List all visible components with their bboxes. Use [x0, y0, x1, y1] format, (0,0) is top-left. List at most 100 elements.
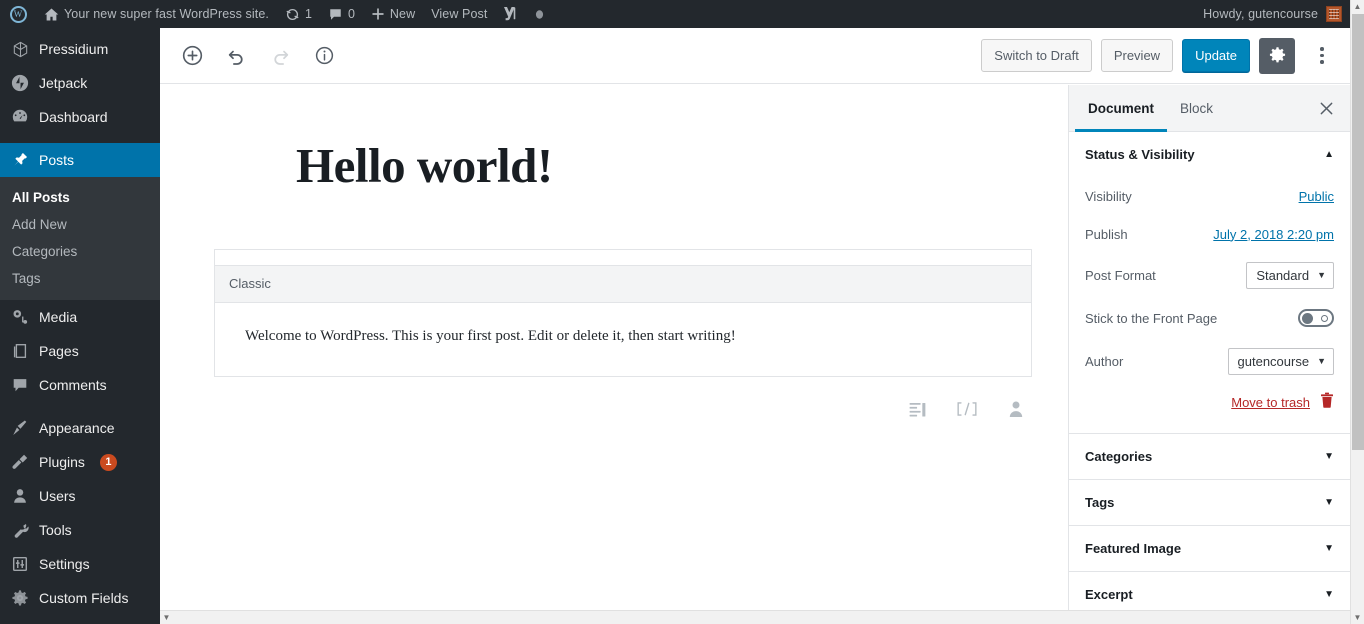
- updates-menu[interactable]: 1: [277, 0, 320, 28]
- panel-featured-image-header[interactable]: Featured Image ▼: [1085, 526, 1334, 571]
- info-icon[interactable]: [306, 38, 342, 74]
- panel-excerpt-header[interactable]: Excerpt ▼: [1085, 572, 1334, 610]
- panel-status-visibility-header[interactable]: Status & Visibility ▲: [1085, 132, 1334, 177]
- sidebar-item-dashboard[interactable]: Dashboard: [0, 100, 160, 134]
- row-move-to-trash: Move to trash: [1085, 383, 1334, 419]
- update-button[interactable]: Update: [1182, 39, 1250, 72]
- plugins-update-badge: 1: [99, 453, 117, 471]
- sidebar-item-label: Jetpack: [39, 75, 88, 91]
- move-to-trash-link[interactable]: Move to trash: [1231, 395, 1310, 410]
- chevron-down-icon: ▼: [1324, 496, 1334, 508]
- panel-tags-header[interactable]: Tags ▼: [1085, 480, 1334, 525]
- horizontal-scrollbar[interactable]: ▼: [160, 610, 1350, 624]
- undo-icon[interactable]: [218, 38, 254, 74]
- scroll-down-arrow-icon[interactable]: ▼: [1351, 611, 1364, 624]
- site-name-menu[interactable]: Your new super fast WordPress site.: [36, 0, 277, 28]
- wordpress-logo-icon: [9, 5, 27, 23]
- howdy-label: Howdy, gutencourse: [1203, 7, 1318, 21]
- sidebar-item-appearance[interactable]: Appearance: [0, 411, 160, 445]
- sidebar-item-posts[interactable]: Posts: [0, 143, 160, 177]
- sidebar-item-jetpack[interactable]: Jetpack: [0, 66, 160, 100]
- sidebar-item-custom-fields[interactable]: Custom Fields: [0, 581, 160, 615]
- yoast-seo-icon: [504, 7, 516, 21]
- home-icon: [44, 8, 59, 20]
- add-block-icon[interactable]: [174, 38, 210, 74]
- updates-icon: [286, 8, 299, 20]
- block-author-icon[interactable]: [1006, 399, 1026, 424]
- user-avatar: [1326, 6, 1342, 22]
- sidebar-item-tools[interactable]: Tools: [0, 513, 160, 547]
- classic-block[interactable]: Classic Welcome to WordPress. This is yo…: [214, 249, 1032, 377]
- sidebar-item-settings[interactable]: Settings: [0, 547, 160, 581]
- post-title[interactable]: Hello world!: [160, 85, 1082, 194]
- sidebar-tabs: Document Block: [1069, 85, 1350, 132]
- sidebar-item-label: Plugins: [39, 454, 85, 470]
- comments-icon: [10, 375, 30, 395]
- sidebar-item-label: Pressidium: [39, 41, 109, 57]
- sidebar-item-label: Custom Fields: [39, 590, 129, 606]
- view-post-link[interactable]: View Post: [423, 0, 495, 28]
- sidebar-item-plugins[interactable]: Plugins 1: [0, 445, 160, 479]
- sidebar-item-pages[interactable]: Pages: [0, 334, 160, 368]
- panel-categories: Categories ▼: [1069, 434, 1350, 480]
- settings-sliders-icon: [10, 554, 30, 574]
- submenu-item-all-posts[interactable]: All Posts: [0, 184, 160, 211]
- post-format-select[interactable]: Standard ▼: [1246, 261, 1334, 289]
- tab-block[interactable]: Block: [1167, 85, 1226, 131]
- sidebar-item-label: Comments: [39, 377, 107, 393]
- submenu-item-categories[interactable]: Categories: [0, 238, 160, 265]
- switch-to-draft-button[interactable]: Switch to Draft: [981, 39, 1092, 72]
- sidebar-item-label: Settings: [39, 556, 90, 572]
- row-visibility: Visibility Public: [1085, 177, 1334, 215]
- author-value: gutencourse: [1237, 353, 1310, 369]
- publish-date-link[interactable]: July 2, 2018 2:20 pm: [1213, 227, 1334, 242]
- plugin-icon: [10, 452, 30, 472]
- submenu-item-tags[interactable]: Tags: [0, 265, 160, 292]
- code-icon[interactable]: [954, 399, 980, 424]
- chevron-down-icon: ▼: [1317, 356, 1326, 366]
- wordpress-logo-button[interactable]: [0, 0, 36, 28]
- sidebar-item-media[interactable]: Media: [0, 300, 160, 334]
- content-structure-icon[interactable]: [907, 399, 928, 425]
- toggle-off-marker: [1321, 314, 1328, 322]
- menu-separator: [0, 134, 160, 143]
- jetpack-icon: [10, 73, 30, 93]
- more-menu-button[interactable]: [1304, 38, 1340, 74]
- row-sticky: Stick to the Front Page: [1085, 297, 1334, 339]
- yoast-seo-menu[interactable]: [495, 0, 525, 28]
- panel-title: Tags: [1085, 495, 1115, 510]
- brush-icon: [10, 418, 30, 438]
- settings-gear-button[interactable]: [1259, 37, 1295, 74]
- submenu-item-add-new[interactable]: Add New: [0, 211, 160, 238]
- sidebar-item-comments[interactable]: Comments: [0, 368, 160, 402]
- redo-icon: [262, 38, 298, 74]
- panel-status-visibility: Status & Visibility ▲ Visibility Public …: [1069, 132, 1350, 434]
- scroll-up-arrow-icon[interactable]: ▲: [1351, 0, 1364, 13]
- page-scrollbar[interactable]: ▲ ▼: [1350, 0, 1364, 624]
- preview-button[interactable]: Preview: [1100, 39, 1174, 72]
- sidebar-item-pressidium[interactable]: Pressidium: [0, 32, 160, 66]
- sidebar-item-label: Posts: [39, 152, 75, 168]
- panel-categories-header[interactable]: Categories ▼: [1085, 434, 1334, 479]
- author-select[interactable]: gutencourse ▼: [1227, 347, 1334, 375]
- sidebar-item-users[interactable]: Users: [0, 479, 160, 513]
- gear-icon: [10, 588, 30, 608]
- sticky-toggle[interactable]: [1298, 309, 1334, 327]
- sidebar-item-label: Users: [39, 488, 76, 504]
- block-content-text[interactable]: Welcome to WordPress. This is your first…: [215, 303, 1031, 376]
- trash-icon[interactable]: [1320, 392, 1334, 413]
- scrollbar-thumb[interactable]: [1352, 14, 1364, 450]
- row-author: Author gutencourse ▼: [1085, 339, 1334, 383]
- new-content-menu[interactable]: New: [363, 0, 423, 28]
- close-sidebar-button[interactable]: [1312, 94, 1340, 122]
- plus-icon: [372, 8, 384, 20]
- comments-menu[interactable]: 0: [320, 0, 363, 28]
- sidebar-item-label: Media: [39, 309, 78, 325]
- visibility-value-link[interactable]: Public: [1299, 189, 1334, 204]
- tab-document[interactable]: Document: [1075, 85, 1168, 132]
- panel-title: Status & Visibility: [1085, 147, 1195, 162]
- extra-menu[interactable]: [525, 0, 554, 28]
- scroll-down-arrow-icon[interactable]: ▼: [160, 611, 173, 624]
- panel-status-visibility-body: Visibility Public Publish July 2, 2018 2…: [1085, 177, 1334, 433]
- my-account-menu[interactable]: Howdy, gutencourse: [1203, 6, 1350, 22]
